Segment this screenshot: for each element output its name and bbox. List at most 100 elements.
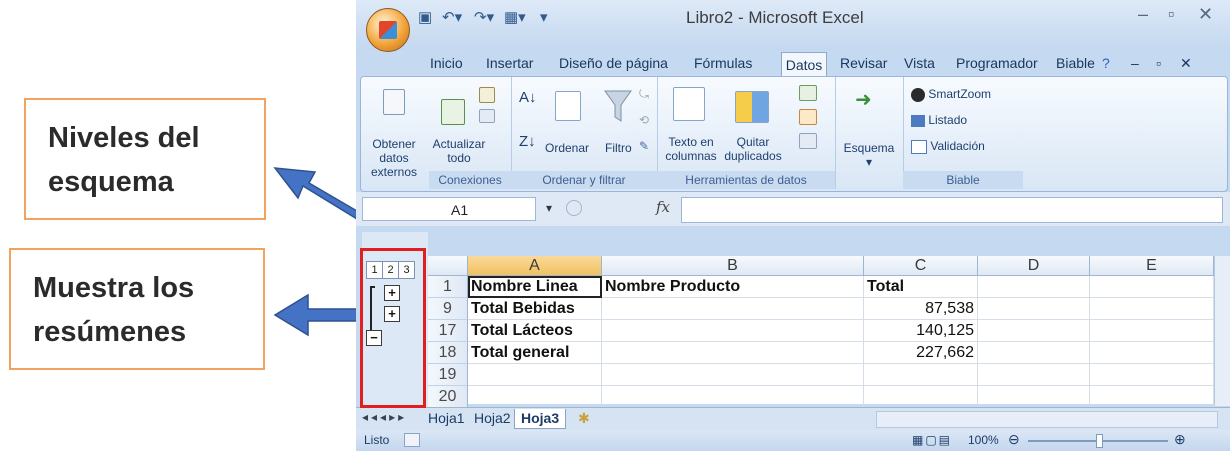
sheet-tab-hoja1[interactable]: Hoja1 bbox=[422, 409, 471, 428]
validacion-button[interactable]: Validación bbox=[911, 139, 985, 154]
macro-record-icon[interactable] bbox=[404, 433, 420, 447]
view-buttons-icon[interactable]: ▦▢▤ bbox=[912, 433, 952, 447]
restore-icon[interactable]: ▫ bbox=[1168, 4, 1174, 25]
tab-insertar[interactable]: Insertar bbox=[486, 55, 533, 71]
advanced-filter-icon[interactable]: ✎ bbox=[639, 139, 649, 153]
tab-datos[interactable]: Datos bbox=[781, 52, 827, 77]
column-header[interactable]: A bbox=[468, 256, 602, 276]
tab-revisar[interactable]: Revisar bbox=[840, 55, 887, 71]
outline-button[interactable]: Esquema ▾ bbox=[841, 141, 897, 169]
namebox-dropdown-icon[interactable]: ▾ bbox=[546, 201, 552, 215]
expand-group-button[interactable]: + bbox=[384, 306, 400, 322]
cell-a9[interactable]: Total Bebidas bbox=[468, 298, 602, 320]
cell-b19[interactable] bbox=[602, 364, 864, 386]
row-header[interactable]: 9 bbox=[428, 298, 468, 320]
zoom-slider-thumb[interactable] bbox=[1096, 434, 1103, 448]
cell-a1[interactable]: Nombre Linea bbox=[468, 276, 602, 298]
horizontal-scrollbar[interactable] bbox=[876, 411, 1218, 428]
cell-c19[interactable] bbox=[864, 364, 978, 386]
cell-d17[interactable] bbox=[978, 320, 1090, 342]
what-if-icon[interactable] bbox=[799, 133, 817, 149]
outline-level-3-button[interactable]: 3 bbox=[398, 261, 415, 279]
column-header[interactable]: C bbox=[864, 256, 978, 276]
ribbon-minimize-icon[interactable]: – bbox=[1131, 55, 1139, 71]
cell-c20[interactable] bbox=[864, 386, 978, 408]
undo-icon[interactable]: ↶▾ bbox=[442, 8, 462, 26]
cell-a20[interactable] bbox=[468, 386, 602, 408]
filter-button[interactable]: Filtro bbox=[605, 141, 632, 155]
cell-b17[interactable] bbox=[602, 320, 864, 342]
minimize-icon[interactable]: – bbox=[1138, 4, 1148, 25]
cell-a18[interactable]: Total general bbox=[468, 342, 602, 364]
expand-group-button[interactable]: + bbox=[384, 285, 400, 301]
tab-formulas[interactable]: Fórmulas bbox=[694, 55, 752, 71]
tab-vista[interactable]: Vista bbox=[904, 55, 935, 71]
office-button[interactable] bbox=[366, 8, 410, 52]
row-header[interactable]: 20 bbox=[428, 386, 468, 408]
tab-programador[interactable]: Programador bbox=[956, 55, 1038, 71]
redo-icon[interactable]: ↷▾ bbox=[474, 8, 494, 26]
connections-icon[interactable] bbox=[479, 87, 495, 103]
zoom-level[interactable]: 100% bbox=[968, 433, 999, 447]
customize-qat-icon[interactable]: ▾ bbox=[540, 8, 548, 26]
sheet-tab-hoja2[interactable]: Hoja2 bbox=[468, 409, 517, 428]
close-icon[interactable]: ✕ bbox=[1198, 4, 1213, 25]
cell-d18[interactable] bbox=[978, 342, 1090, 364]
cell-a19[interactable] bbox=[468, 364, 602, 386]
ribbon-close-icon[interactable]: ✕ bbox=[1180, 55, 1192, 72]
tab-biable[interactable]: Biable bbox=[1056, 55, 1095, 71]
clear-filter-icon[interactable]: ⤿ bbox=[639, 87, 649, 101]
cell-e9[interactable] bbox=[1090, 298, 1214, 320]
get-external-data-button[interactable]: Obtener datos externos bbox=[361, 137, 427, 179]
cell-e1[interactable] bbox=[1090, 276, 1214, 298]
outline-level-1-button[interactable]: 1 bbox=[366, 261, 383, 279]
row-header[interactable]: 1 bbox=[428, 276, 468, 298]
cell-a17[interactable]: Total Lácteos bbox=[468, 320, 602, 342]
refresh-all-button[interactable]: Actualizar todo bbox=[431, 137, 487, 165]
cell-d20[interactable] bbox=[978, 386, 1090, 408]
outline-level-2-button[interactable]: 2 bbox=[382, 261, 399, 279]
cell-e19[interactable] bbox=[1090, 364, 1214, 386]
cell-b9[interactable] bbox=[602, 298, 864, 320]
column-header[interactable]: D bbox=[978, 256, 1090, 276]
vertical-scrollbar[interactable] bbox=[1214, 256, 1230, 406]
row-header[interactable]: 19 bbox=[428, 364, 468, 386]
listado-button[interactable]: Listado bbox=[911, 113, 967, 127]
select-all-button[interactable] bbox=[428, 256, 468, 276]
cell-c17[interactable]: 140,125 bbox=[864, 320, 978, 342]
reapply-icon[interactable]: ⟲ bbox=[639, 113, 649, 127]
tab-inicio[interactable]: Inicio bbox=[430, 55, 463, 71]
help-icon[interactable]: ? bbox=[1102, 55, 1110, 71]
row-header[interactable]: 17 bbox=[428, 320, 468, 342]
data-validation-icon[interactable] bbox=[799, 85, 817, 101]
cell-d19[interactable] bbox=[978, 364, 1090, 386]
sheet-nav-icon[interactable]: ◂◂◂▸▸ bbox=[362, 410, 407, 424]
collapse-group-button[interactable]: − bbox=[366, 330, 382, 346]
column-header[interactable]: E bbox=[1090, 256, 1214, 276]
tab-diseno[interactable]: Diseño de página bbox=[559, 55, 668, 71]
ribbon-restore-icon[interactable]: ▫ bbox=[1156, 55, 1161, 71]
column-header[interactable]: B bbox=[602, 256, 864, 276]
cell-c9[interactable]: 87,538 bbox=[864, 298, 978, 320]
new-sheet-icon[interactable]: ✱ bbox=[572, 409, 596, 428]
cell-c18[interactable]: 227,662 bbox=[864, 342, 978, 364]
cell-b1[interactable]: Nombre Producto bbox=[602, 276, 864, 298]
text-to-columns-button[interactable]: Texto en columnas bbox=[661, 135, 721, 163]
formula-input[interactable] bbox=[681, 197, 1223, 223]
remove-duplicates-button[interactable]: Quitar duplicados bbox=[723, 135, 783, 163]
sheet-tab-hoja3[interactable]: Hoja3 bbox=[514, 409, 567, 429]
smartzoom-button[interactable]: SmartZoom bbox=[911, 87, 991, 102]
quick-access-icon[interactable]: ▦▾ bbox=[504, 8, 526, 26]
cell-b18[interactable] bbox=[602, 342, 864, 364]
consolidate-icon[interactable] bbox=[799, 109, 817, 125]
cell-e17[interactable] bbox=[1090, 320, 1214, 342]
row-header[interactable]: 18 bbox=[428, 342, 468, 364]
zoom-out-icon[interactable]: ⊖ bbox=[1008, 431, 1020, 448]
sort-za-icon[interactable]: Z↓ bbox=[519, 134, 536, 149]
cell-b20[interactable] bbox=[602, 386, 864, 408]
cell-d9[interactable] bbox=[978, 298, 1090, 320]
sort-az-icon[interactable]: A↓ bbox=[519, 90, 537, 105]
cell-c1[interactable]: Total bbox=[864, 276, 978, 298]
properties-icon[interactable] bbox=[479, 109, 495, 123]
save-icon[interactable]: ▣ bbox=[418, 8, 432, 26]
